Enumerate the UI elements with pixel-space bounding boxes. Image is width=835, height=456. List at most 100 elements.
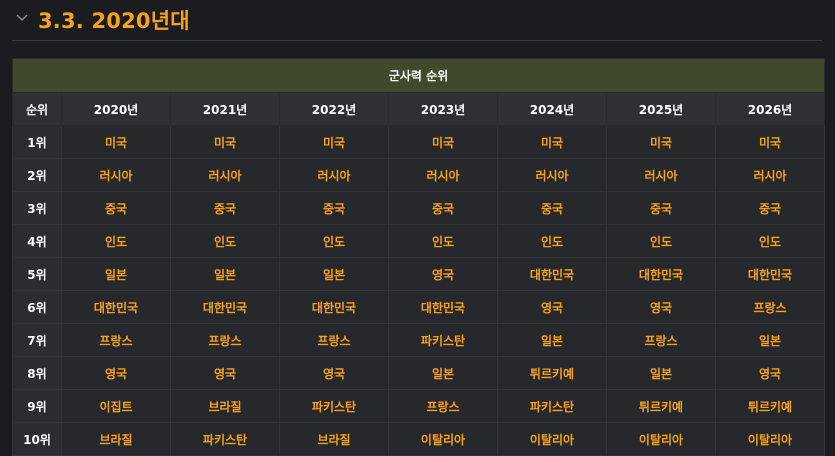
country-link[interactable]: 이탈리아: [606, 422, 716, 456]
country-link[interactable]: 프랑스: [714, 290, 826, 324]
country-link[interactable]: 일본: [497, 323, 607, 357]
column-header-year: 2026년: [714, 92, 826, 126]
country-link[interactable]: 대한민국: [388, 290, 498, 324]
country-link[interactable]: 영국: [497, 290, 607, 324]
country-link[interactable]: 중국: [497, 191, 607, 225]
country-link[interactable]: 영국: [388, 257, 498, 291]
rank-cell: 5위: [12, 257, 62, 291]
country-link[interactable]: 러시아: [606, 158, 716, 192]
country-link[interactable]: 영국: [606, 290, 716, 324]
column-header-year: 2025년: [606, 92, 716, 126]
country-link[interactable]: 대한민국: [606, 257, 716, 291]
country-link[interactable]: 인도: [606, 224, 716, 258]
country-link[interactable]: 프랑스: [388, 389, 498, 423]
table-row: 1위 미국 미국 미국 미국 미국 미국 미국: [12, 125, 826, 159]
country-link[interactable]: 이탈리아: [714, 422, 826, 456]
column-header-year: 2024년: [497, 92, 607, 126]
country-link[interactable]: 튀르키예: [497, 356, 607, 390]
country-link[interactable]: 일본: [388, 356, 498, 390]
country-link[interactable]: 미국: [606, 125, 716, 159]
table-header-row: 순위 2020년 2021년 2022년 2023년 2024년 2025년 2026년: [12, 92, 826, 126]
country-link[interactable]: 인도: [497, 224, 607, 258]
country-link[interactable]: 중국: [388, 191, 498, 225]
country-link[interactable]: 미국: [279, 125, 389, 159]
country-link[interactable]: 일본: [714, 323, 826, 357]
country-link[interactable]: 튀르키예: [606, 389, 716, 423]
rank-cell: 4위: [12, 224, 62, 258]
chevron-down-icon[interactable]: [14, 10, 30, 26]
country-link[interactable]: 튀르키예: [714, 389, 826, 423]
country-link[interactable]: 중국: [606, 191, 716, 225]
table-row: 4위 인도 인도 인도 인도 인도 인도 인도: [12, 224, 826, 258]
section-divider: [12, 40, 822, 41]
country-link[interactable]: 중국: [61, 191, 171, 225]
country-link[interactable]: 프랑스: [279, 323, 389, 357]
country-link[interactable]: 브라질: [279, 422, 389, 456]
table-row: 7위 프랑스 프랑스 프랑스 파키스탄 일본 프랑스 일본: [12, 323, 826, 357]
country-link[interactable]: 러시아: [714, 158, 826, 192]
column-header-year: 2022년: [279, 92, 389, 126]
country-link[interactable]: 러시아: [497, 158, 607, 192]
country-link[interactable]: 브라질: [61, 422, 171, 456]
column-header-year: 2021년: [170, 92, 280, 126]
country-link[interactable]: 대한민국: [170, 290, 280, 324]
country-link[interactable]: 일본: [170, 257, 280, 291]
country-link[interactable]: 프랑스: [61, 323, 171, 357]
country-link[interactable]: 영국: [714, 356, 826, 390]
section-title: 3.3. 2020년대: [38, 9, 190, 33]
country-link[interactable]: 인도: [714, 224, 826, 258]
column-header-rank: 순위: [12, 92, 62, 126]
rank-cell: 7위: [12, 323, 62, 357]
country-link[interactable]: 러시아: [170, 158, 280, 192]
country-link[interactable]: 영국: [279, 356, 389, 390]
country-link[interactable]: 러시아: [279, 158, 389, 192]
rank-cell: 10위: [12, 422, 62, 456]
country-link[interactable]: 이집트: [61, 389, 171, 423]
table-row: 2위 러시아 러시아 러시아 러시아 러시아 러시아 러시아: [12, 158, 826, 192]
table-row: 10위 브라질 파키스탄 브라질 이탈리아 이탈리아 이탈리아 이탈리아: [12, 422, 826, 456]
country-link[interactable]: 일본: [606, 356, 716, 390]
military-rank-table: 군사력 순위 순위 2020년 2021년 2022년 2023년 2024년 2025년 2…: [11, 58, 826, 456]
country-link[interactable]: 인도: [279, 224, 389, 258]
country-link[interactable]: 중국: [170, 191, 280, 225]
country-link[interactable]: 파키스탄: [170, 422, 280, 456]
country-link[interactable]: 프랑스: [170, 323, 280, 357]
country-link[interactable]: 파키스탄: [388, 323, 498, 357]
country-link[interactable]: 러시아: [61, 158, 171, 192]
section-header[interactable]: 3.3. 2020년대: [0, 0, 835, 40]
table-row: 3위 중국 중국 중국 중국 중국 중국 중국: [12, 191, 826, 225]
country-link[interactable]: 인도: [61, 224, 171, 258]
column-header-year: 2020년: [61, 92, 171, 126]
country-link[interactable]: 영국: [170, 356, 280, 390]
country-link[interactable]: 대한민국: [497, 257, 607, 291]
country-link[interactable]: 일본: [61, 257, 171, 291]
table-row: 9위 이집트 브라질 파키스탄 프랑스 파키스탄 튀르키예 튀르키예: [12, 389, 826, 423]
country-link[interactable]: 파키스탄: [279, 389, 389, 423]
country-link[interactable]: 프랑스: [606, 323, 716, 357]
country-link[interactable]: 미국: [388, 125, 498, 159]
country-link[interactable]: 중국: [279, 191, 389, 225]
table-title: 군사력 순위: [11, 58, 826, 93]
country-link[interactable]: 파키스탄: [497, 389, 607, 423]
country-link[interactable]: 대한민국: [714, 257, 826, 291]
rank-cell: 6위: [12, 290, 62, 324]
country-link[interactable]: 대한민국: [61, 290, 171, 324]
country-link[interactable]: 일본: [279, 257, 389, 291]
country-link[interactable]: 이탈리아: [388, 422, 498, 456]
country-link[interactable]: 미국: [61, 125, 171, 159]
country-link[interactable]: 중국: [714, 191, 826, 225]
country-link[interactable]: 영국: [61, 356, 171, 390]
country-link[interactable]: 이탈리아: [497, 422, 607, 456]
country-link[interactable]: 러시아: [388, 158, 498, 192]
table-row: 6위 대한민국 대한민국 대한민국 대한민국 영국 영국 프랑스: [12, 290, 826, 324]
country-link[interactable]: 브라질: [170, 389, 280, 423]
country-link[interactable]: 인도: [388, 224, 498, 258]
rank-cell: 1위: [12, 125, 62, 159]
country-link[interactable]: 대한민국: [279, 290, 389, 324]
country-link[interactable]: 인도: [170, 224, 280, 258]
column-header-year: 2023년: [388, 92, 498, 126]
country-link[interactable]: 미국: [170, 125, 280, 159]
country-link[interactable]: 미국: [714, 125, 826, 159]
rank-cell: 8위: [12, 356, 62, 390]
country-link[interactable]: 미국: [497, 125, 607, 159]
